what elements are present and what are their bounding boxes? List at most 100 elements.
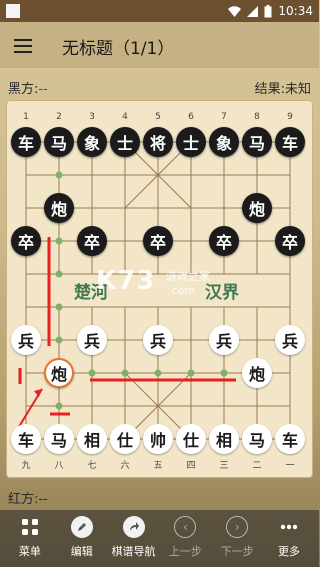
black-piece[interactable]: 马	[242, 127, 272, 157]
next-button[interactable]: › 下一步	[211, 510, 263, 567]
move-hint-dot[interactable]	[55, 402, 63, 410]
file-number-bottom: 五	[153, 461, 163, 471]
share-icon	[122, 516, 145, 538]
black-piece[interactable]: 象	[77, 127, 107, 157]
previous-label: 上一步	[168, 545, 202, 558]
black-piece[interactable]: 卒	[77, 226, 107, 256]
river-right-label: 汉界	[205, 283, 239, 303]
file-number-top: 7	[221, 112, 227, 122]
navigation-label: 棋谱导航	[111, 545, 156, 558]
red-piece[interactable]: 兵	[209, 325, 239, 355]
hamburger-menu-icon[interactable]	[14, 39, 32, 53]
black-piece[interactable]: 炮	[44, 193, 74, 223]
file-number-bottom: 八	[54, 461, 64, 471]
bottom-toolbar: 菜单 编辑 棋谱导航 ‹ 上一步 › 下一步 更多	[0, 510, 319, 567]
black-piece[interactable]: 象	[209, 127, 239, 157]
edit-button[interactable]: 编辑	[56, 510, 108, 567]
red-piece[interactable]: 兵	[77, 325, 107, 355]
page-title: 无标题（1/1）	[62, 39, 175, 59]
red-piece[interactable]: 兵	[275, 325, 305, 355]
move-hint-dot[interactable]	[55, 270, 63, 278]
file-number-bottom: 二	[252, 461, 262, 471]
file-number-top: 6	[188, 112, 194, 122]
move-hint-dot[interactable]	[220, 369, 228, 377]
previous-button[interactable]: ‹ 上一步	[159, 510, 211, 567]
file-number-bottom: 七	[87, 461, 97, 471]
next-label: 下一步	[220, 545, 254, 558]
red-piece[interactable]: 仕	[176, 424, 206, 454]
file-number-bottom: 四	[186, 461, 196, 471]
black-piece[interactable]: 车	[11, 127, 41, 157]
red-piece[interactable]: 相	[209, 424, 239, 454]
file-number-top: 4	[122, 112, 128, 122]
edit-label: 编辑	[70, 545, 93, 558]
black-info-row: 黑方:-- 结果:未知	[8, 78, 311, 97]
black-label: 黑方:	[8, 82, 39, 97]
move-hint-dot[interactable]	[121, 369, 129, 377]
wifi-icon	[228, 5, 242, 17]
annotation-arrow-head	[34, 389, 42, 397]
red-name: --	[38, 492, 48, 507]
black-piece[interactable]: 卒	[11, 226, 41, 256]
black-piece[interactable]: 将	[143, 127, 173, 157]
black-piece[interactable]: 士	[176, 127, 206, 157]
move-hint-dot[interactable]	[154, 369, 162, 377]
more-label: 更多	[278, 545, 301, 558]
grid-icon	[19, 516, 41, 538]
red-piece[interactable]: 车	[275, 424, 305, 454]
red-piece[interactable]: 兵	[143, 325, 173, 355]
prev-icon: ‹	[174, 516, 197, 538]
black-piece[interactable]: 炮	[242, 193, 272, 223]
file-number-top: 5	[155, 112, 161, 122]
black-piece[interactable]: 士	[110, 127, 140, 157]
signal-icon	[247, 5, 259, 17]
next-icon: ›	[226, 516, 249, 538]
move-hint-dot[interactable]	[187, 369, 195, 377]
status-bar: 10:34	[0, 0, 319, 22]
watermark-subtitle: 游戏之家	[166, 270, 210, 283]
red-piece[interactable]: 马	[242, 424, 272, 454]
file-number-bottom: 一	[285, 461, 295, 471]
watermark-logo: K73	[96, 266, 156, 296]
status-time: 10:34	[278, 4, 313, 18]
red-piece[interactable]: 马	[44, 424, 74, 454]
red-piece[interactable]: 帅	[143, 424, 173, 454]
black-piece[interactable]: 卒	[143, 226, 173, 256]
move-hint-dot[interactable]	[55, 303, 63, 311]
move-hint-dot[interactable]	[55, 336, 63, 344]
file-number-top: 1	[23, 112, 29, 122]
chess-board[interactable]: 123456789九八七六五四三二一 楚河 汉界 K73 游戏之家 .com 车…	[6, 100, 313, 478]
result-value: 未知	[284, 82, 311, 97]
red-label: 红方:	[8, 492, 39, 507]
red-piece[interactable]: 相	[77, 424, 107, 454]
more-button[interactable]: 更多	[263, 510, 315, 567]
red-piece[interactable]: 炮	[44, 358, 74, 388]
move-hint-dot[interactable]	[55, 237, 63, 245]
red-piece[interactable]: 车	[11, 424, 41, 454]
result-label: 结果:	[254, 82, 285, 97]
move-hint-dot[interactable]	[55, 171, 63, 179]
move-hint-dot[interactable]	[88, 369, 96, 377]
more-icon	[278, 516, 300, 538]
file-number-top: 9	[287, 112, 293, 122]
black-piece[interactable]: 车	[275, 127, 305, 157]
red-piece[interactable]: 兵	[11, 325, 41, 355]
file-number-bottom: 三	[219, 461, 229, 471]
watermark-domain: .com	[168, 284, 195, 297]
app-bar: 无标题（1/1）	[0, 22, 319, 68]
file-number-top: 2	[56, 112, 62, 122]
black-piece[interactable]: 卒	[209, 226, 239, 256]
file-number-top: 3	[89, 112, 95, 122]
red-piece[interactable]: 仕	[110, 424, 140, 454]
red-piece[interactable]: 炮	[242, 358, 272, 388]
file-number-bottom: 九	[21, 461, 31, 471]
file-number-top: 8	[254, 112, 260, 122]
file-number-bottom: 六	[120, 461, 130, 471]
navigation-button[interactable]: 棋谱导航	[108, 510, 160, 567]
black-name: --	[38, 82, 48, 97]
edit-icon	[70, 516, 93, 538]
menu-button[interactable]: 菜单	[4, 510, 56, 567]
black-piece[interactable]: 马	[44, 127, 74, 157]
black-piece[interactable]: 卒	[275, 226, 305, 256]
red-info-row: 红方:--	[8, 488, 48, 507]
